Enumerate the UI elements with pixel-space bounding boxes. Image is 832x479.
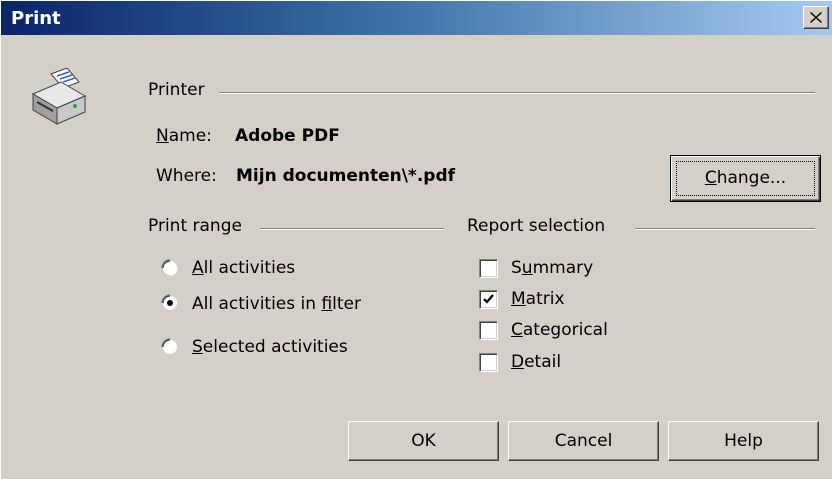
- cancel-button[interactable]: Cancel: [508, 421, 659, 461]
- radio-selected-activities-label[interactable]: Selected activities: [192, 337, 348, 357]
- print-dialog: Print Printer Name: Adobe PDF Where: Mij…: [0, 0, 832, 479]
- help-button-label: Help: [724, 431, 763, 451]
- printer-name-value: Adobe PDF: [235, 126, 340, 146]
- window-title: Print: [11, 8, 61, 29]
- radio-all-activities-label[interactable]: All activities: [192, 258, 295, 278]
- checkbox-categorical[interactable]: [479, 321, 498, 340]
- ok-button-label: OK: [411, 431, 436, 451]
- checkbox-detail[interactable]: [479, 353, 498, 372]
- radio-all-activities-in-filter[interactable]: [161, 294, 179, 312]
- help-button[interactable]: Help: [668, 421, 819, 461]
- printer-where-value: Mijn documenten\*.pdf: [236, 166, 456, 186]
- checkbox-detail-label[interactable]: Detail: [511, 352, 561, 372]
- print-range-group-label: Print range: [148, 216, 248, 236]
- radio-all-activities[interactable]: [161, 259, 179, 277]
- cancel-button-label: Cancel: [554, 431, 613, 451]
- name-label: Name:: [156, 126, 212, 146]
- change-button-label: Change...: [704, 168, 787, 188]
- ok-button[interactable]: OK: [348, 421, 499, 461]
- checkbox-matrix[interactable]: [479, 290, 498, 309]
- close-icon: [810, 12, 822, 23]
- change-button[interactable]: Change...: [670, 155, 821, 202]
- print-range-group-divider: [260, 228, 444, 230]
- checkmark-icon: [483, 294, 494, 304]
- title-bar[interactable]: Print: [1, 1, 832, 35]
- radio-selected-activities[interactable]: [161, 338, 179, 356]
- checkbox-summary-label[interactable]: Summary: [511, 258, 593, 278]
- printer-group-divider: [219, 92, 815, 94]
- where-label: Where:: [156, 166, 217, 186]
- report-selection-group-divider: [635, 228, 815, 230]
- checkbox-matrix-label[interactable]: Matrix: [511, 289, 565, 309]
- printer-icon: [31, 68, 87, 125]
- radio-all-activities-in-filter-label[interactable]: All activities in filter: [192, 294, 361, 314]
- printer-group-label: Printer: [148, 80, 211, 100]
- checkbox-categorical-label[interactable]: Categorical: [511, 320, 608, 340]
- report-selection-group-label: Report selection: [467, 216, 612, 236]
- close-button[interactable]: [803, 6, 829, 29]
- checkbox-summary[interactable]: [479, 259, 498, 278]
